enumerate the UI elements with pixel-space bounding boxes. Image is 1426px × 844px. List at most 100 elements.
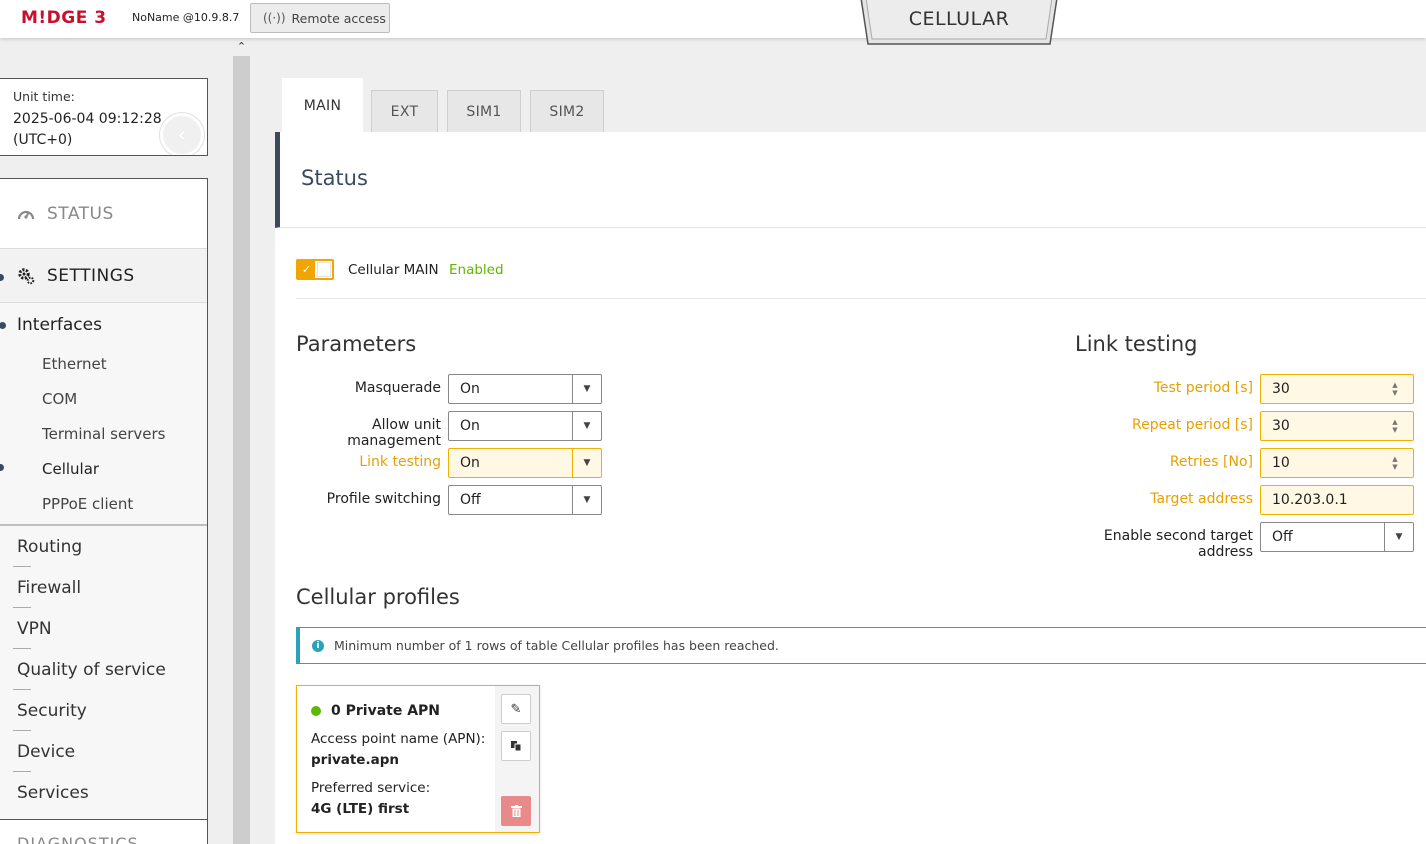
cellular-main-state: Enabled	[449, 262, 504, 278]
masquerade-select[interactable]: On ▼	[448, 374, 602, 404]
test-period-label: Test period [s]	[1153, 380, 1253, 396]
tab-sim1[interactable]: SIM1	[447, 90, 521, 132]
nav-settings[interactable]: SETTINGS	[0, 249, 207, 303]
tab-ext[interactable]: EXT	[371, 90, 438, 132]
collapse-sidebar-button[interactable]: ‹	[160, 113, 204, 155]
chevron-down-icon: ▼	[572, 449, 601, 477]
second-target-select[interactable]: Off ▼	[1260, 522, 1414, 552]
nav-terminal-servers[interactable]: Terminal servers	[42, 425, 165, 443]
trash-icon	[510, 805, 522, 817]
target-address-label: Target address	[1150, 491, 1253, 507]
sidebar-scrollbar[interactable]	[233, 56, 250, 844]
stepper-icon[interactable]: ▲ ▼	[1389, 381, 1401, 397]
link-testing-label: Link testing	[359, 454, 441, 470]
nav-quality-of-service[interactable]: Quality of service	[17, 660, 166, 680]
nav-item-underline	[13, 607, 31, 608]
status-title: Status	[301, 166, 368, 190]
nav-settings-label: SETTINGS	[47, 265, 135, 286]
nav-device[interactable]: Device	[17, 742, 75, 762]
target-address-value: 10.203.0.1	[1272, 492, 1348, 508]
interfaces-marker	[0, 322, 6, 329]
repeat-period-label: Repeat period [s]	[1132, 417, 1253, 433]
nav-item-underline	[13, 771, 31, 772]
nav-routing[interactable]: Routing	[17, 537, 82, 557]
copy-button[interactable]	[501, 731, 531, 761]
second-target-label: Enable second target address	[1103, 528, 1253, 560]
nav-ethernet[interactable]: Ethernet	[42, 355, 107, 373]
stepper-icon[interactable]: ▲ ▼	[1389, 455, 1401, 471]
chevron-down-icon: ▼	[572, 375, 601, 403]
retries-value: 10	[1272, 455, 1290, 471]
info-message: i Minimum number of 1 rows of table Cell…	[296, 627, 1426, 664]
link-testing-select[interactable]: On ▼	[448, 448, 602, 478]
parameters-title: Parameters	[296, 332, 417, 356]
repeat-period-value: 30	[1272, 418, 1290, 434]
profile-card: 0 Private APN Access point name (APN): p…	[296, 685, 540, 833]
allow-unit-management-label: Allow unit management	[347, 417, 441, 449]
link-testing-title: Link testing	[1075, 332, 1198, 356]
gears-icon	[18, 267, 35, 284]
tab-sim2[interactable]: SIM2	[530, 90, 604, 132]
nav-security[interactable]: Security	[17, 701, 87, 721]
link-testing-value: On	[460, 455, 480, 471]
status-dot	[311, 706, 321, 716]
repeat-period-input[interactable]: 30 ▲ ▼	[1260, 411, 1414, 441]
chevron-down-icon: ▼	[572, 412, 601, 440]
info-icon: i	[312, 639, 324, 652]
nav-vpn[interactable]: VPN	[17, 619, 52, 639]
cellular-main-label: Cellular MAIN	[348, 262, 439, 278]
allow-unit-management-select[interactable]: On ▼	[448, 411, 602, 441]
target-address-input[interactable]: 10.203.0.1	[1260, 485, 1414, 515]
check-icon: ✓	[298, 261, 315, 278]
sidebar-nav: STATUS SETTINGS Interfaces Ethernet COM …	[0, 178, 208, 844]
unit-time-label: Unit time:	[13, 89, 75, 104]
status-header: Status	[275, 132, 1426, 228]
edit-button[interactable]: ✎	[501, 694, 531, 724]
profile-switching-value: Off	[460, 492, 481, 508]
page-title: CELLULAR	[908, 8, 1010, 30]
cellular-profiles-title: Cellular profiles	[296, 585, 460, 609]
section-divider	[296, 298, 1426, 299]
masquerade-label: Masquerade	[354, 380, 441, 396]
remote-access-label: Remote access	[291, 10, 386, 26]
chevron-down-icon: ▼	[572, 486, 601, 514]
cellular-marker	[0, 464, 4, 471]
nav-pppoe-client[interactable]: PPPoE client	[42, 495, 133, 513]
nav-interfaces[interactable]: Interfaces	[17, 315, 102, 335]
profile-actions: ✎	[495, 686, 539, 832]
profile-switching-label: Profile switching	[326, 491, 441, 507]
remote-access-button[interactable]: ((·)) Remote access	[250, 3, 390, 33]
tab-main[interactable]: MAIN	[282, 78, 363, 133]
retries-label: Retries [No]	[1169, 454, 1253, 470]
logo: M!DGE 3	[21, 8, 107, 28]
cellular-main-toggle[interactable]: ✓	[296, 259, 334, 280]
nav-status[interactable]: STATUS	[0, 179, 207, 249]
delete-button[interactable]	[501, 796, 531, 826]
profile-switching-select[interactable]: Off ▼	[448, 485, 602, 515]
copy-icon	[511, 741, 522, 752]
chevron-left-icon: ‹	[177, 122, 187, 148]
gauge-icon	[17, 210, 35, 219]
nav-item-underline	[13, 730, 31, 731]
nav-divider	[0, 524, 207, 526]
service-label: Preferred service:	[311, 780, 431, 796]
apn-value: private.apn	[311, 752, 399, 768]
nav-status-label: STATUS	[47, 203, 114, 224]
scroll-up-arrow[interactable]: ⌃	[233, 40, 250, 54]
nav-com[interactable]: COM	[42, 390, 77, 408]
nav-diagnostics[interactable]: DIAGNOSTICS	[0, 819, 207, 844]
test-period-value: 30	[1272, 381, 1290, 397]
test-period-input[interactable]: 30 ▲ ▼	[1260, 374, 1414, 404]
retries-input[interactable]: 10 ▲ ▼	[1260, 448, 1414, 478]
allow-unit-management-value: On	[460, 418, 480, 434]
host-label: NoName @10.9.8.7	[132, 11, 240, 24]
nav-item-underline	[13, 566, 31, 567]
nav-firewall[interactable]: Firewall	[17, 578, 81, 598]
antenna-icon: ((·))	[263, 11, 286, 25]
apn-label: Access point name (APN):	[311, 731, 486, 747]
nav-services[interactable]: Services	[17, 783, 89, 803]
profile-name-text: 0 Private APN	[331, 703, 441, 719]
service-value: 4G (LTE) first	[311, 801, 410, 817]
stepper-icon[interactable]: ▲ ▼	[1389, 418, 1401, 434]
nav-cellular[interactable]: Cellular	[42, 460, 99, 478]
